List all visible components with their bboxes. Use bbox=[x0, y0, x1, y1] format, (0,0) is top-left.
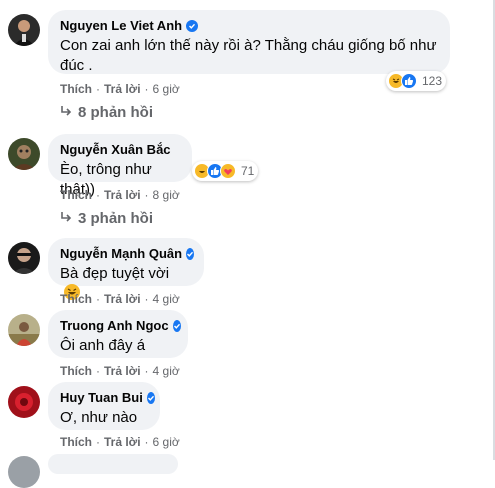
separator: · bbox=[96, 435, 100, 449]
like-button[interactable]: Thích bbox=[60, 435, 92, 449]
verified-badge-icon bbox=[172, 320, 181, 332]
comment-bubble: Nguyễn Xuân Bắc Èo, trông như thật)) bbox=[48, 134, 192, 198]
reply-button[interactable]: Trả lời bbox=[104, 364, 141, 378]
verified-badge-icon bbox=[186, 248, 195, 260]
avatar[interactable] bbox=[8, 314, 40, 346]
reaction-count: 123 bbox=[422, 74, 443, 88]
reply-button[interactable]: Trả lời bbox=[104, 188, 141, 202]
like-icon bbox=[401, 73, 417, 89]
like-button[interactable]: Thích bbox=[60, 292, 92, 306]
comment-text: Ôi anh đây á bbox=[60, 337, 146, 354]
timestamp[interactable]: 6 giờ bbox=[153, 82, 180, 96]
comment-actions: Thích · Trả lời · 8 giờ bbox=[60, 188, 180, 202]
comment-bubble: Nguyễn Mạnh Quân Bà đẹp tuyệt vời bbox=[48, 238, 204, 300]
separator: · bbox=[144, 188, 149, 202]
comment-bubble bbox=[48, 454, 178, 474]
separator: · bbox=[96, 188, 100, 202]
separator: · bbox=[144, 82, 149, 96]
comment-text-line: Con zai anh lớn thế này rồi à? Thằng chá… bbox=[60, 37, 437, 54]
avatar[interactable] bbox=[8, 456, 40, 488]
separator: · bbox=[144, 292, 149, 306]
reply-button[interactable]: Trả lời bbox=[104, 292, 141, 306]
comment-text-line: đúc . bbox=[60, 57, 93, 74]
comment-actions: Thích · Trả lời · 4 giờ bbox=[60, 292, 180, 306]
author-name[interactable]: Huy Tuan Bui bbox=[60, 390, 143, 406]
comment-text: Ơ, như nào bbox=[60, 409, 138, 426]
separator: · bbox=[96, 82, 100, 96]
comment-bubble: Nguyen Le Viet Anh Con zai anh lớn thế n… bbox=[48, 10, 450, 74]
separator: · bbox=[144, 364, 149, 378]
timestamp[interactable]: 4 giờ bbox=[153, 364, 180, 378]
reaction-summary[interactable]: 123 bbox=[386, 71, 447, 91]
comment-bubble: Truong Anh Ngoc Ôi anh đây á bbox=[48, 310, 188, 358]
verified-badge-icon bbox=[186, 20, 199, 32]
comment-actions: Thích · Trả lời · 6 giờ bbox=[60, 82, 180, 96]
view-replies-button[interactable]: 8 phản hồi bbox=[60, 104, 153, 121]
reply-button[interactable]: Trả lời bbox=[104, 435, 141, 449]
timestamp[interactable]: 6 giờ bbox=[153, 435, 180, 449]
replies-label: 8 phản hồi bbox=[78, 104, 153, 121]
author-name[interactable]: Nguyễn Mạnh Quân bbox=[60, 246, 182, 262]
timestamp[interactable]: 4 giờ bbox=[153, 292, 180, 306]
comment-actions: Thích · Trả lời · 4 giờ bbox=[60, 364, 180, 378]
care-icon bbox=[220, 163, 236, 179]
view-replies-button[interactable]: 3 phản hồi bbox=[60, 210, 153, 227]
timestamp[interactable]: 8 giờ bbox=[153, 188, 180, 202]
comment-bubble: Huy Tuan Bui Ơ, như nào bbox=[48, 382, 160, 430]
avatar[interactable] bbox=[8, 242, 40, 274]
separator: · bbox=[144, 435, 149, 449]
reply-arrow-icon bbox=[60, 210, 72, 227]
comment-text: Con zai anh lớn thế này rồi à? Thằng chá… bbox=[60, 36, 438, 76]
comment-actions: Thích · Trả lời · 6 giờ bbox=[60, 435, 180, 449]
like-button[interactable]: Thích bbox=[60, 364, 92, 378]
like-button[interactable]: Thích bbox=[60, 188, 92, 202]
avatar[interactable] bbox=[8, 14, 40, 46]
avatar[interactable] bbox=[8, 386, 40, 418]
author-name[interactable]: Truong Anh Ngoc bbox=[60, 318, 169, 334]
separator: · bbox=[96, 292, 100, 306]
avatar[interactable] bbox=[8, 138, 40, 170]
author-name[interactable]: Nguyễn Xuân Bắc bbox=[60, 142, 171, 158]
separator: · bbox=[96, 364, 100, 378]
reaction-summary[interactable]: 71 bbox=[192, 161, 259, 181]
replies-label: 3 phản hồi bbox=[78, 210, 153, 227]
reaction-count: 71 bbox=[241, 164, 255, 178]
like-button[interactable]: Thích bbox=[60, 82, 92, 96]
reply-arrow-icon bbox=[60, 104, 72, 121]
author-name[interactable]: Nguyen Le Viet Anh bbox=[60, 18, 182, 34]
verified-badge-icon bbox=[146, 392, 155, 404]
comment-text-content: Bà đẹp tuyệt vời bbox=[60, 265, 170, 282]
reply-button[interactable]: Trả lời bbox=[104, 82, 141, 96]
